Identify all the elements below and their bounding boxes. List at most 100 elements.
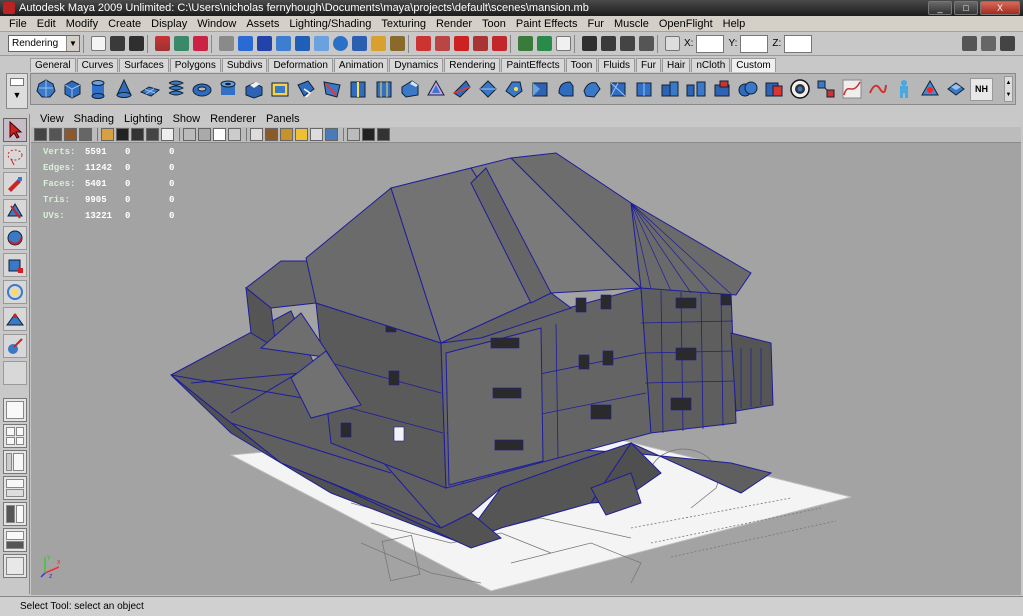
- panel-menu-shading[interactable]: Shading: [69, 113, 119, 125]
- extract-icon[interactable]: [710, 78, 733, 101]
- shelf-tab-curves[interactable]: Curves: [76, 58, 119, 72]
- panel-menu-lighting[interactable]: Lighting: [119, 113, 168, 125]
- safe-action-icon[interactable]: [183, 128, 196, 141]
- maximize-button[interactable]: □: [954, 1, 978, 15]
- shelf-tab-animation[interactable]: Animation: [333, 58, 389, 72]
- chevron-down-icon[interactable]: ▼: [66, 36, 79, 51]
- attribute-editor-icon[interactable]: [962, 36, 977, 51]
- character-icon[interactable]: [892, 78, 915, 101]
- render-settings-icon[interactable]: [639, 36, 654, 51]
- uv-snapshot-icon[interactable]: [814, 78, 837, 101]
- menu-modify[interactable]: Modify: [61, 18, 103, 30]
- wireframe-icon[interactable]: [213, 128, 226, 141]
- shelf-tab-hair[interactable]: Hair: [662, 58, 691, 72]
- film-gate-icon[interactable]: [116, 128, 129, 141]
- extrude-face-icon[interactable]: [944, 78, 967, 101]
- boolean-difference-icon[interactable]: [762, 78, 785, 101]
- menu-help[interactable]: Help: [718, 18, 751, 30]
- poly-sphere-icon[interactable]: [34, 78, 57, 101]
- poly-cube-icon[interactable]: [60, 78, 83, 101]
- shelf-tab-dynamics[interactable]: Dynamics: [389, 58, 444, 72]
- lock-selection-icon[interactable]: [390, 36, 405, 51]
- select-surfaces-icon[interactable]: [295, 36, 310, 51]
- persp-outliner-layout[interactable]: [3, 450, 27, 474]
- soft-modification-tool[interactable]: [3, 307, 27, 331]
- panel-menu-panels[interactable]: Panels: [261, 113, 305, 125]
- lasso-tool[interactable]: [3, 145, 27, 169]
- combine-icon[interactable]: [658, 78, 681, 101]
- four-view-layout[interactable]: [3, 424, 27, 448]
- menu-paint-effects[interactable]: Paint Effects: [511, 18, 583, 30]
- shelf-tab-custom[interactable]: Custom: [731, 58, 776, 72]
- select-object-icon[interactable]: [174, 36, 189, 51]
- field-chart-icon[interactable]: [161, 128, 174, 141]
- new-scene-icon[interactable]: [91, 36, 106, 51]
- z-coordinate-field[interactable]: [784, 34, 813, 53]
- isolate-select-icon[interactable]: [325, 128, 338, 141]
- panel-menu-show[interactable]: Show: [168, 113, 206, 125]
- channel-box-icon[interactable]: [1000, 36, 1015, 51]
- menu-display[interactable]: Display: [146, 18, 192, 30]
- y-coordinate-field[interactable]: [740, 34, 769, 53]
- chamfer-vertex-icon[interactable]: [476, 78, 499, 101]
- select-curves-icon[interactable]: [276, 36, 291, 51]
- persp-graph-hypershade-layout[interactable]: [3, 528, 27, 552]
- snap-view-plane-icon[interactable]: [473, 36, 488, 51]
- frame-selected-icon[interactable]: [362, 128, 375, 141]
- bridge-icon[interactable]: [268, 78, 291, 101]
- tool-settings-icon[interactable]: [981, 36, 996, 51]
- paint-select-tool[interactable]: [3, 172, 27, 196]
- shelf-tab-painteffects[interactable]: PaintEffects: [501, 58, 565, 72]
- image-plane-icon[interactable]: [79, 128, 92, 141]
- input-ops-icon[interactable]: [518, 36, 533, 51]
- menu-create[interactable]: Create: [103, 18, 146, 30]
- default-material-icon[interactable]: [250, 128, 263, 141]
- menu-lighting-shading[interactable]: Lighting/Shading: [284, 18, 376, 30]
- select-camera-icon[interactable]: [34, 128, 47, 141]
- snap-curve-icon[interactable]: [435, 36, 450, 51]
- chevron-down-icon[interactable]: ▼: [7, 90, 27, 100]
- gate-mask-icon[interactable]: [146, 128, 159, 141]
- x-coordinate-field[interactable]: [696, 34, 725, 53]
- shelf-tab-rendering[interactable]: Rendering: [444, 58, 501, 72]
- shelf-menu[interactable]: ▼: [6, 73, 28, 109]
- custom-layout[interactable]: [3, 554, 27, 578]
- select-component-icon[interactable]: [193, 36, 208, 51]
- render-frame-icon[interactable]: [601, 36, 616, 51]
- move-tool[interactable]: [3, 199, 27, 223]
- poly-helix-icon[interactable]: [164, 78, 187, 101]
- menu-window[interactable]: Window: [192, 18, 241, 30]
- single-perspective-layout[interactable]: [3, 398, 27, 422]
- use-all-lights-icon[interactable]: [280, 128, 293, 141]
- close-button[interactable]: X: [980, 1, 1020, 15]
- universal-manipulator-tool[interactable]: [3, 280, 27, 304]
- shelf-tab-subdivs[interactable]: Subdivs: [221, 58, 268, 72]
- light-icon[interactable]: [918, 78, 941, 101]
- nh-custom-button[interactable]: NH: [970, 77, 993, 101]
- playblast-icon[interactable]: [377, 128, 390, 141]
- poly-cylinder-icon[interactable]: [86, 78, 109, 101]
- menu-edit[interactable]: Edit: [32, 18, 61, 30]
- construction-history-icon[interactable]: [556, 36, 571, 51]
- mask-menu-icon[interactable]: [219, 36, 234, 51]
- hardware-texturing-icon[interactable]: [265, 128, 278, 141]
- poly-cone-icon[interactable]: [112, 78, 135, 101]
- smooth-shade-icon[interactable]: [228, 128, 241, 141]
- boolean-union-icon[interactable]: [736, 78, 759, 101]
- grid-icon[interactable]: [101, 128, 114, 141]
- shelf-editor-icon[interactable]: [10, 78, 24, 86]
- shelf-tab-ncloth[interactable]: nCloth: [691, 58, 731, 72]
- wedge-face-icon[interactable]: [424, 78, 447, 101]
- snap-point-icon[interactable]: [454, 36, 469, 51]
- select-rendering-icon[interactable]: [352, 36, 367, 51]
- frame-all-icon[interactable]: [347, 128, 360, 141]
- reduce-icon[interactable]: [580, 78, 603, 101]
- extrude-icon[interactable]: [242, 78, 265, 101]
- transform-input-icon[interactable]: [665, 36, 680, 51]
- camera-attributes-icon[interactable]: [49, 128, 62, 141]
- scale-tool[interactable]: [3, 253, 27, 277]
- merge-vertices-icon[interactable]: [502, 78, 525, 101]
- menu-file[interactable]: File: [4, 18, 32, 30]
- shelf-tab-polygons[interactable]: Polygons: [169, 58, 221, 72]
- bookmarks-icon[interactable]: [64, 128, 77, 141]
